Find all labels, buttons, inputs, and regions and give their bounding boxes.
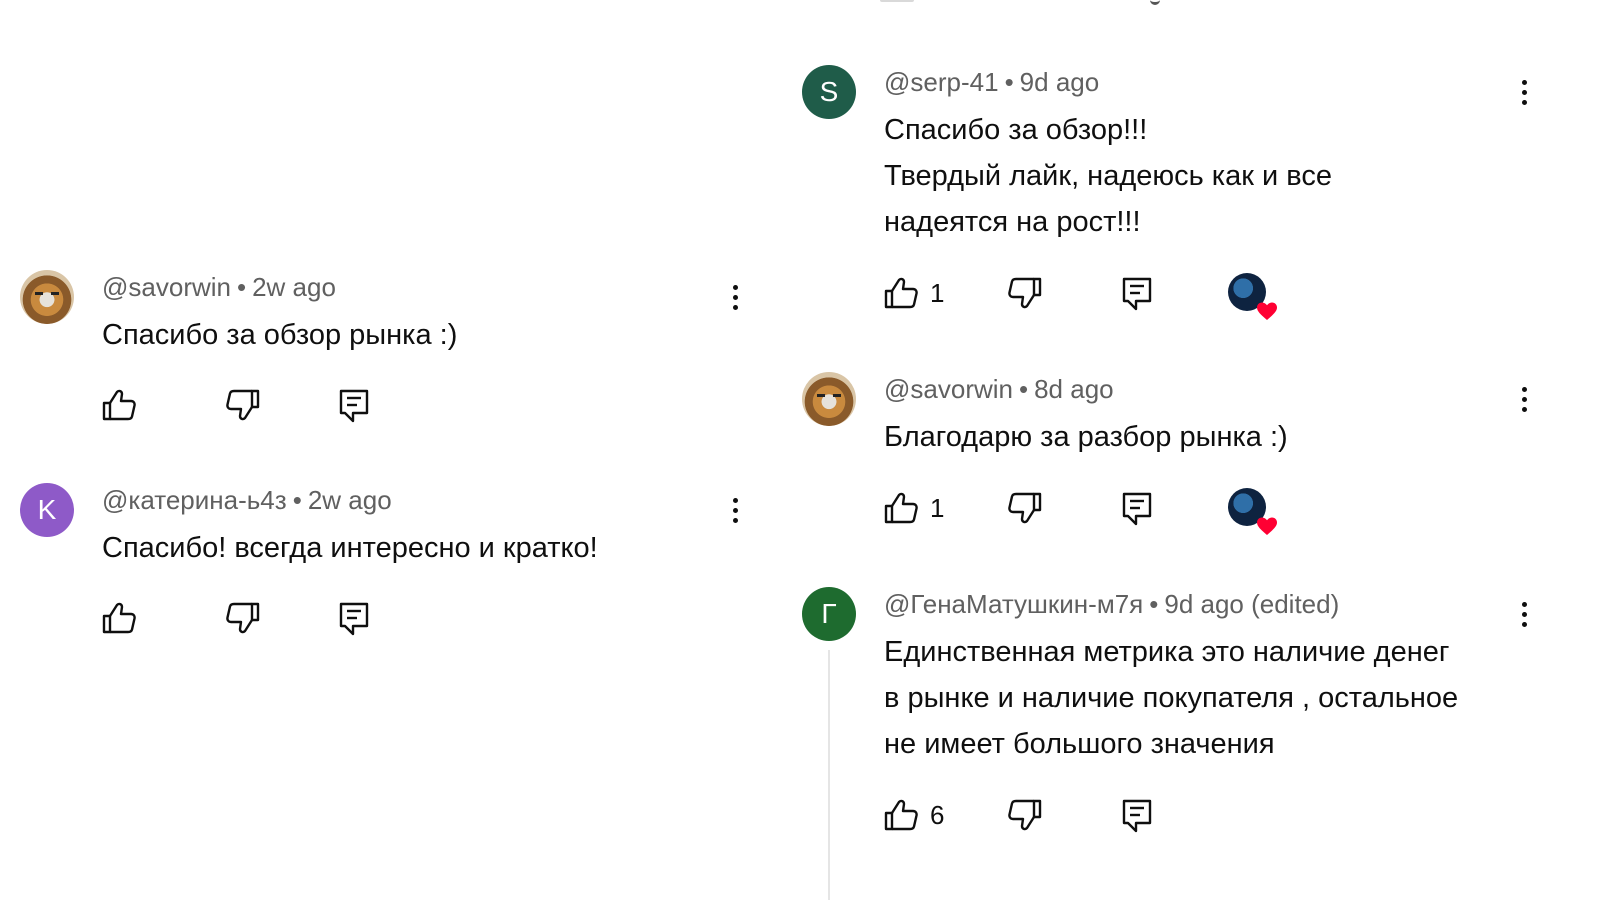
reply-button[interactable] <box>337 598 373 638</box>
reply-comment-icon <box>1122 799 1152 833</box>
like-button[interactable]: 1 <box>882 488 944 528</box>
thumbs-up-icon <box>884 492 918 524</box>
avatar[interactable] <box>20 270 74 324</box>
comment-line: Благодарю за разбор рынка :) <box>884 421 1288 453</box>
comment-author[interactable]: @катерина-ь4з <box>102 485 287 515</box>
creator-heart-badge <box>1228 488 1277 535</box>
like-count: 1 <box>930 277 945 308</box>
dislike-button[interactable] <box>1007 273 1043 313</box>
comment-time: 2w ago <box>307 485 392 515</box>
avatar[interactable]: Г <box>802 587 856 641</box>
thumbs-up-icon <box>884 799 918 831</box>
comment-savorwin-right: @savorwin • 8d ago Благодарю за разбор рын… <box>802 372 1542 542</box>
creator-heart-badge <box>1228 273 1277 320</box>
comment-author[interactable]: @serp-41 <box>884 67 999 97</box>
comment-text: Спасибо за обзор!!! Твердый лайк, надеюс… <box>884 107 1332 245</box>
reply-comment-icon <box>339 602 369 636</box>
more-vertical-icon[interactable] <box>1514 597 1534 631</box>
comment-text: Спасибо! всегда интересно и кратко! <box>102 532 598 564</box>
dislike-button[interactable] <box>225 385 261 425</box>
dislike-button[interactable] <box>1007 795 1043 835</box>
like-button[interactable]: 1 <box>882 273 944 313</box>
creator-heart-icon <box>1257 302 1277 320</box>
comment-time: 8d ago <box>1034 374 1114 404</box>
avatar-letter: Г <box>821 598 837 629</box>
comment-line: Спасибо за обзор!!! <box>884 114 1148 146</box>
dislike-button[interactable] <box>1007 488 1043 528</box>
reply-button[interactable] <box>1120 795 1156 835</box>
meta-separator: • <box>292 485 302 515</box>
thumbs-up-icon <box>102 389 136 421</box>
cropped-content-top <box>880 0 914 2</box>
like-count: 6 <box>930 799 945 830</box>
comment-line: надеятся на рост!!! <box>884 206 1141 238</box>
comment-serp-41: S @serp-41 • 9d ago Спасибо за обзор!!! Тв… <box>802 65 1542 325</box>
comment-line: в рынке и наличие покупателя , остальное <box>884 682 1459 714</box>
thumbs-down-icon <box>1008 277 1042 309</box>
avatar[interactable]: K <box>20 483 74 537</box>
comment-line: Единственная метрика это наличие денег <box>884 636 1450 668</box>
thumbs-up-icon <box>102 602 136 634</box>
more-vertical-icon[interactable] <box>725 493 745 527</box>
like-count: 1 <box>930 492 945 523</box>
meta-separator: • <box>1004 67 1014 97</box>
avatar-letter: S <box>819 76 839 107</box>
thumbs-down-icon <box>226 602 260 634</box>
reply-button[interactable] <box>337 385 373 425</box>
reply-comment-icon <box>339 389 369 423</box>
meta-separator: • <box>236 272 247 302</box>
more-vertical-icon[interactable] <box>725 280 745 314</box>
reply-comment-icon <box>1122 277 1152 311</box>
dislike-button[interactable] <box>225 598 261 638</box>
comment-text: Спасибо за обзор рынка :) <box>102 319 458 351</box>
comment-gena: Г @ГенаМатушкин-м7я • 9d ago (edited) Един… <box>802 587 1542 847</box>
comment-time: 9d ago (edited) <box>1164 589 1340 619</box>
cropped-content-top-2 <box>1150 0 1160 5</box>
comment-author[interactable]: @savorwin <box>884 374 1013 404</box>
comment-time: 9d ago <box>1019 67 1100 97</box>
thumbs-down-icon <box>1008 492 1042 524</box>
meta-separator: • <box>1149 589 1159 619</box>
meta-separator: • <box>1018 374 1029 404</box>
reply-comment-icon <box>1122 492 1152 526</box>
creator-heart-icon <box>1257 517 1277 535</box>
more-vertical-icon[interactable] <box>1514 382 1534 416</box>
like-button[interactable] <box>100 598 136 638</box>
avatar[interactable]: S <box>802 65 856 119</box>
reply-button[interactable] <box>1120 488 1156 528</box>
comment-author[interactable]: @savorwin <box>102 272 231 302</box>
comment-savorwin-left: @savorwin • 2w ago Спасибо за обзор рынка … <box>20 270 760 430</box>
avatar[interactable] <box>802 372 856 426</box>
more-vertical-icon[interactable] <box>1514 75 1534 109</box>
thumbs-down-icon <box>226 389 260 421</box>
comment-author[interactable]: @ГенаМатушкин-м7я <box>884 589 1143 619</box>
comment-text: Благодарю за разбор рынка :) <box>884 414 1288 460</box>
avatar-letter: K <box>37 494 57 525</box>
comment-line: не имеет большого значения <box>884 728 1275 760</box>
thumbs-down-icon <box>1008 799 1042 831</box>
comment-katerina: K @катерина-ь4з • 2w ago Спасибо! всегда и… <box>20 483 760 643</box>
thumbs-up-icon <box>884 277 918 309</box>
like-button[interactable]: 6 <box>882 795 944 835</box>
reply-button[interactable] <box>1120 273 1156 313</box>
comment-line: Твердый лайк, надеюсь как и все <box>884 160 1332 192</box>
like-button[interactable] <box>100 385 136 425</box>
comment-text: Единственная метрика это наличие денег в… <box>884 629 1458 767</box>
comment-time: 2w ago <box>252 272 336 302</box>
